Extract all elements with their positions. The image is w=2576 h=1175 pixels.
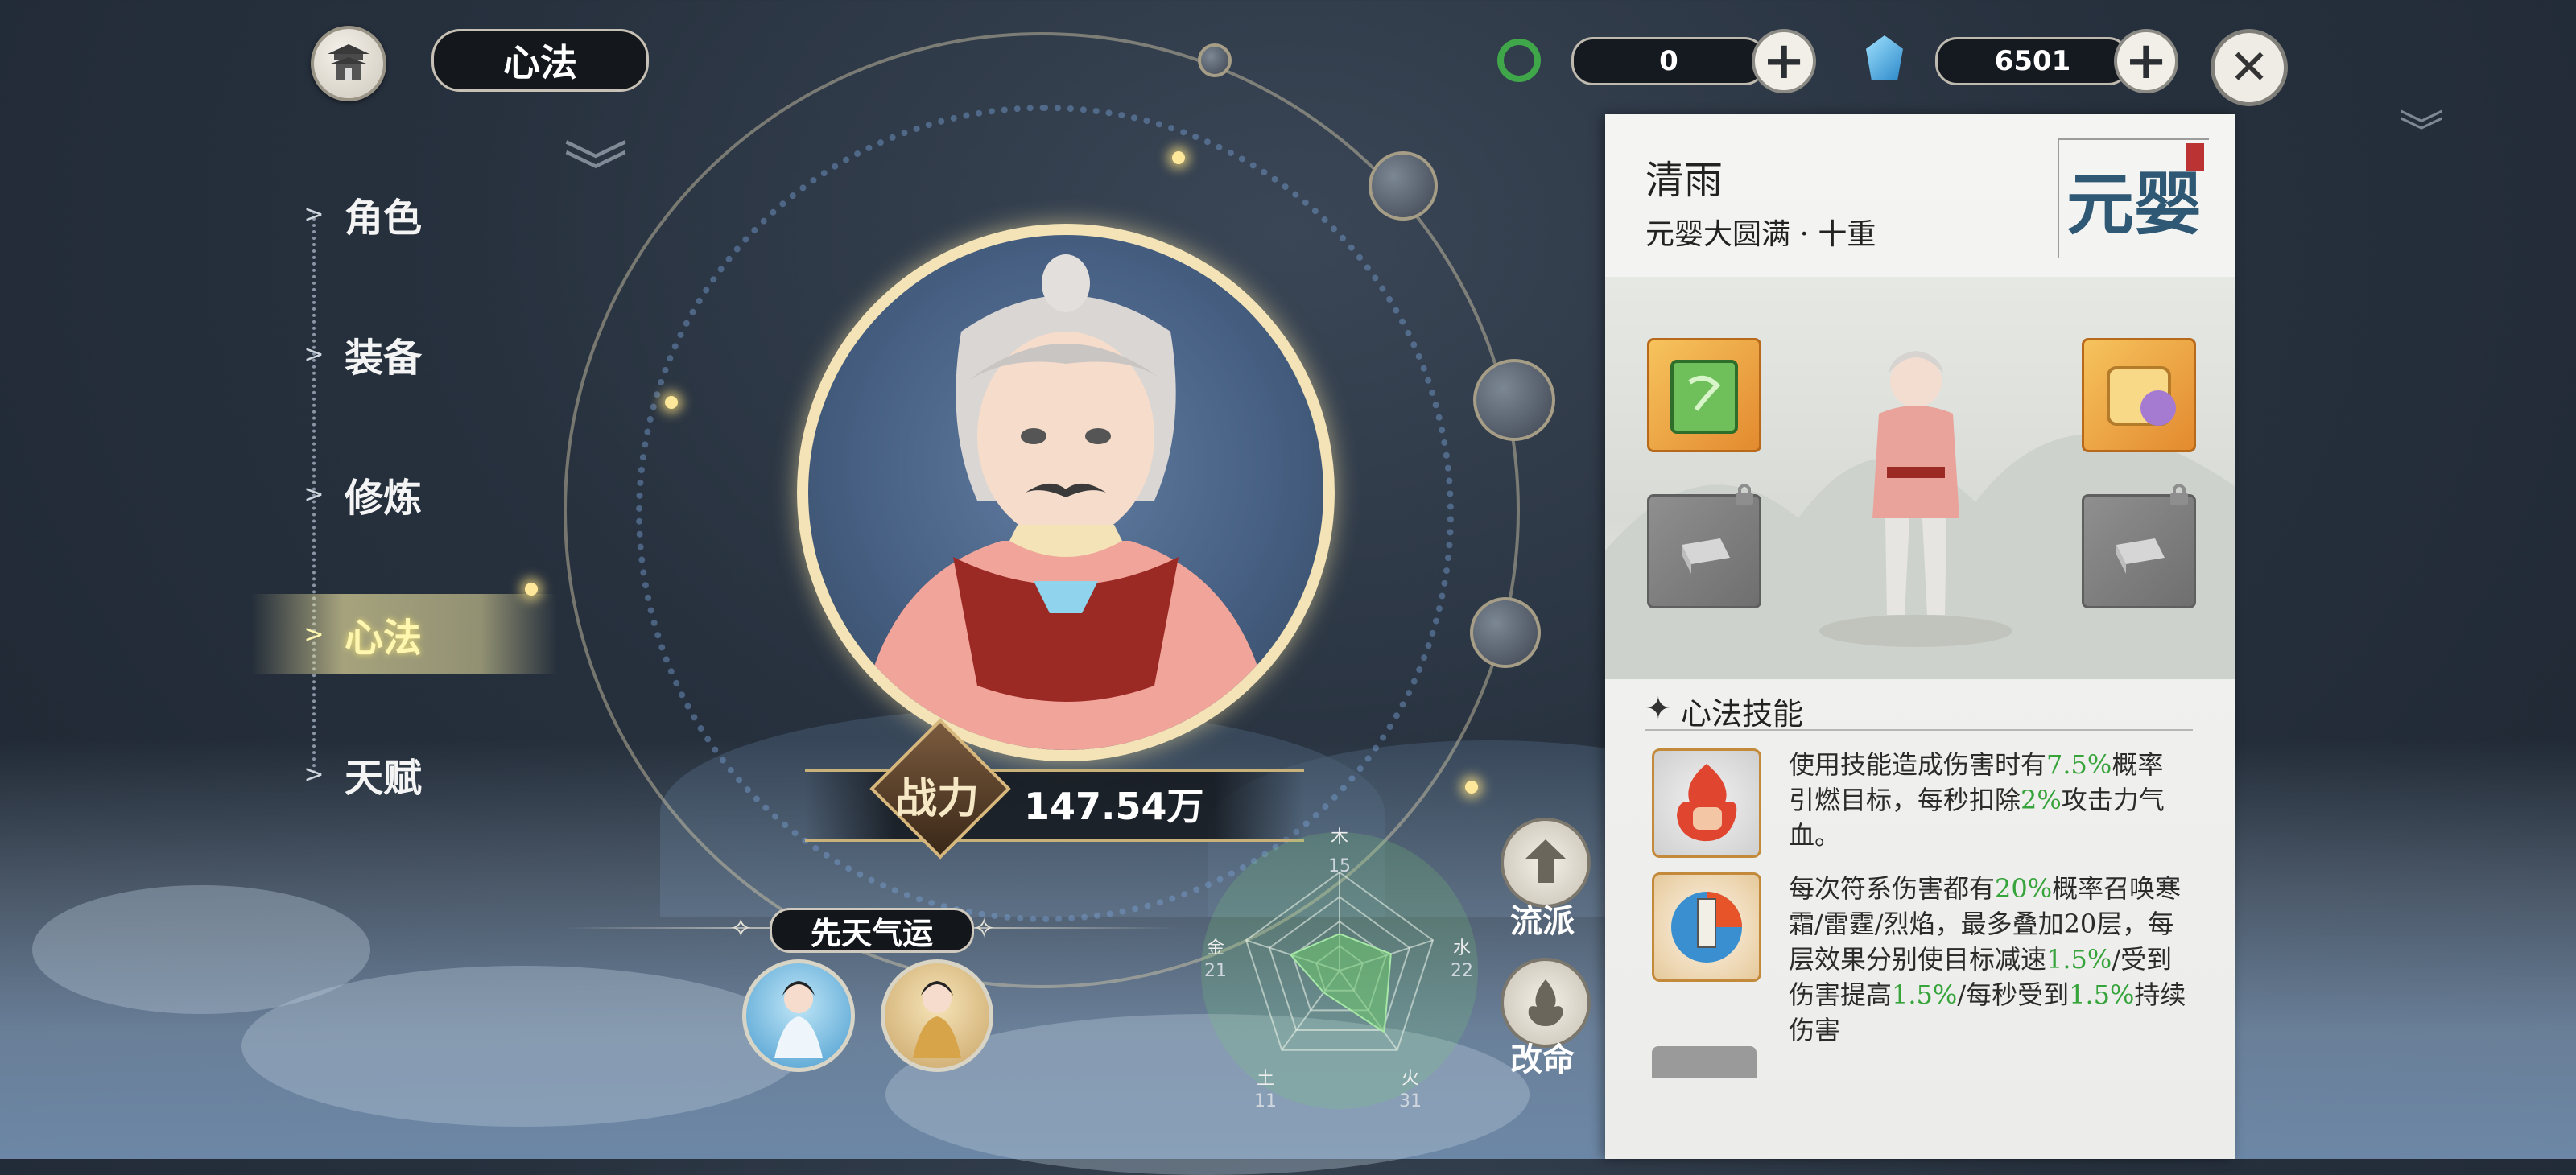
skill-text-segment: /每秒受到 [1957,979,2070,1010]
moon-icon [1470,597,1541,668]
bird-icon: ︾ [2399,107,2444,159]
equipment-slot-2[interactable] [2082,338,2196,452]
skill-highlight-value: 20% [1995,873,2053,904]
menu-item-mind-method[interactable]: > 心法 [251,594,557,674]
menu-item-equipment[interactable]: > 装备 [298,314,555,394]
element-label-metal: 金 [1206,938,1224,959]
skill-highlight-value: 1.5% [2069,979,2135,1010]
spirit-crystal-icon [1866,35,1903,80]
lock-icon [2170,484,2188,505]
skill-text-segment: 每次符系伤害都有 [1789,873,1996,904]
currency-1-display: 0 [1571,37,1766,85]
currency-1-add-button[interactable]: + [1752,29,1816,93]
character-fullbody-illustration [1605,351,2235,679]
skill-text-segment: 使用技能造成伤害时有 [1789,749,2047,780]
skill-highlight-value: 7.5% [2046,749,2112,780]
menu-item-label: 修炼 [345,476,423,521]
menu-arrow-icon: > [303,760,324,789]
menu-item-label: 天赋 [345,756,423,801]
lock-icon [1736,484,1753,505]
skill-header-ornament-icon: ✦ [1645,691,1671,726]
menu-item-character[interactable]: > 角色 [298,174,555,254]
close-button[interactable]: ✕ [2211,29,2288,106]
menu-item-cultivation[interactable]: > 修炼 [298,454,555,534]
fortune-title: 先天气运 [770,908,974,953]
fate-flame-icon [1528,979,1563,1026]
skill-2-icon[interactable] [1652,872,1761,982]
page-title: 心法 [431,29,649,92]
empty-slot-icon [1682,538,1730,574]
element-label-wood: 木 [1330,827,1348,847]
element-value-fire: 31 [1399,1091,1422,1111]
skill-1-icon[interactable] [1652,748,1761,858]
skill-3-icon-partial[interactable] [1652,1046,1757,1078]
menu-arrow-icon: > [303,340,324,369]
menu-item-label: 角色 [345,196,423,241]
green-manual-icon [1670,360,1738,434]
sparkle [1172,151,1185,164]
element-label-water: 水 [1452,938,1471,959]
skill-highlight-value: 1.5% [1892,979,1958,1010]
seal-stamp-icon [2186,143,2204,171]
golden-scroll-icon [2107,366,2176,426]
fortune-figure-icon [774,981,823,1058]
character-avatar-illustration [857,254,1275,750]
skill-highlight-value: 1.5% [2046,944,2112,975]
fortune-slot-2[interactable] [881,959,993,1072]
character-name: 清雨 [1645,158,1724,203]
currency-2-display: 6501 [1935,37,2130,85]
character-scene [1605,277,2235,679]
character-portrait [797,224,1335,761]
school-label: 流派 [1510,903,1575,940]
skill-section-divider [1645,729,2193,731]
close-icon: ✕ [2228,39,2270,96]
skill-2-description: 每次符系伤害都有20%概率召唤寒霜/雷霆/烈焰，最多叠加20层，每层效果分别使目… [1789,871,2188,1048]
moon-icon [1198,43,1232,77]
element-value-wood: 15 [1328,856,1351,876]
pavilion-icon [328,44,369,80]
moon-icon [1473,359,1555,441]
school-emblem-icon [1525,839,1566,883]
menu-item-label: 装备 [345,336,423,381]
sparkle-ornament-icon: ✧ [729,913,753,945]
fate-label: 改命 [1510,1041,1575,1078]
element-label-earth: 土 [1256,1069,1274,1089]
power-label: 战力 [894,774,979,823]
menu-item-label: 心法 [345,616,423,661]
currency-2-add-button[interactable]: + [2114,29,2178,93]
menu-arrow-icon: > [303,480,324,509]
flame-fist-icon [1677,764,1737,842]
moon-icon [1368,151,1438,221]
skill-1-description: 使用技能造成伤害时有7.5%概率引燃目标，每秒扣除2%攻击力气血。 [1789,747,2188,853]
element-radar: 木 15 水 22 火 31 土 11 金 21 [1199,813,1489,1119]
sparkle [665,396,678,409]
skill-highlight-value: 2% [2021,785,2062,815]
element-value-metal: 21 [1204,961,1227,981]
sparkle [1465,781,1478,794]
background-cloud [32,885,370,1014]
skill-section-title: 心法技能 [1681,696,1804,732]
sparkle-ornament-icon: ✧ [972,913,996,945]
home-button[interactable] [311,26,386,101]
bird-icon: ︾ [564,135,628,210]
element-value-water: 22 [1451,961,1473,981]
fortune-slot-1[interactable] [742,959,855,1072]
element-value-earth: 11 [1254,1091,1277,1111]
menu-arrow-icon: > [303,200,324,229]
equipment-slot-4[interactable] [2082,494,2196,608]
sparkle [525,583,538,596]
menu-item-talent[interactable]: > 天赋 [298,734,555,814]
empty-slot-icon [2116,538,2165,574]
jade-swirl-icon [1497,39,1541,82]
power-value: 147.54万 [1024,785,1204,828]
equipment-slot-1[interactable] [1647,338,1761,452]
currency-2-value: 6501 [1994,45,2071,77]
equipment-slot-3[interactable] [1647,494,1761,608]
currency-1-value: 0 [1659,45,1678,77]
character-realm: 元婴大圆满 · 十重 [1645,218,1876,251]
talisman-vortex-icon [1671,892,1742,963]
fortune-figure-icon [913,981,961,1058]
menu-arrow-icon: > [303,620,324,649]
element-label-fire: 火 [1401,1069,1419,1089]
